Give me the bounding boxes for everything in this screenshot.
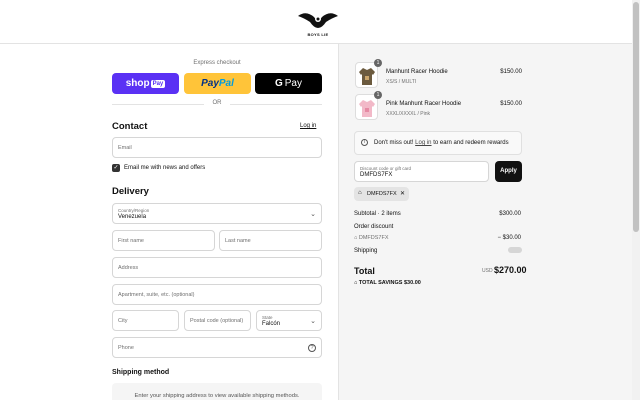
rewards-suffix: to earn and redeem rewards [433, 140, 509, 146]
page-scrollbar[interactable] [632, 0, 640, 400]
total-label: Total [354, 266, 375, 276]
hoodie-icon [359, 68, 375, 85]
apartment-placeholder: Apartment, suite, etc. (optional) [118, 292, 195, 298]
cart-item: 1 Manhunt Racer Hoodie XS/S / MULTI [355, 59, 523, 88]
discount-chip: ⌂ DMFDS7FX ✕ [354, 187, 409, 201]
order-summary: 1 Manhunt Racer Hoodie XS/S / MULTI $150… [338, 44, 640, 400]
tag-icon: ⌂ [358, 190, 362, 196]
country-select[interactable]: Country/Region Venezuela ⌄ [112, 203, 322, 224]
total-savings: ⌂ TOTAL SAVINGS $30.00 [354, 280, 421, 286]
order-discount-code: DMFDS7FX [358, 235, 389, 241]
total-value: $270.00 [494, 265, 527, 275]
express-checkout-title: Express checkout [193, 60, 241, 66]
discount-code-field[interactable]: Discount code or gift card DMFDS7FX [354, 161, 489, 182]
site-header: BOYS LIE [0, 0, 640, 44]
paypal-text-pay: Pay [201, 78, 219, 89]
item-price: $150.00 [500, 101, 522, 107]
last-name-field[interactable]: Last name [219, 230, 322, 251]
help-icon[interactable]: ? [308, 344, 316, 352]
email-placeholder: Email [118, 145, 132, 151]
city-placeholder: City [118, 318, 128, 324]
shop-pay-badge: Pay [150, 79, 166, 88]
newsletter-label: Email me with news and offers [124, 165, 206, 171]
product-thumbnail: 1 [355, 91, 382, 120]
last-name-placeholder: Last name [225, 238, 251, 244]
brand-logo[interactable]: BOYS LIE [296, 8, 340, 38]
item-name: Pink Manhunt Racer Hoodie [386, 101, 462, 107]
item-price: $150.00 [500, 69, 522, 75]
info-icon: i [361, 139, 368, 146]
quantity-badge: 1 [374, 59, 382, 67]
shipping-placeholder [508, 247, 522, 253]
savings-value: $30.00 [404, 280, 421, 286]
subtotal-value: $300.00 [499, 211, 521, 217]
cart-item: 1 Pink Manhunt Racer Hoodie XXXL/XXXXL /… [355, 91, 523, 120]
phone-placeholder: Phone [118, 345, 134, 351]
rewards-prefix: Don't miss out! [374, 140, 414, 146]
google-pay-text: Pay [284, 78, 302, 89]
rewards-login-link[interactable]: Log in [415, 140, 431, 146]
currency-code: USD [482, 268, 493, 274]
item-variant: XXXL/XXXXL / Pink [386, 111, 431, 117]
email-field[interactable]: Email [112, 137, 322, 158]
discount-chip-code: DMFDS7FX [367, 191, 397, 197]
or-text: OR [212, 100, 222, 106]
order-discount-code-row: ⌂ DMFDS7FX [354, 235, 389, 241]
first-name-field[interactable]: First name [112, 230, 215, 251]
savings-label: TOTAL SAVINGS [358, 280, 403, 286]
apply-discount-button[interactable]: Apply [495, 161, 522, 182]
chevron-down-icon: ⌄ [310, 318, 316, 325]
first-name-placeholder: First name [118, 238, 144, 244]
country-value: Venezuela [118, 214, 147, 220]
phone-field[interactable]: Phone ? [112, 337, 322, 358]
order-discount-value: − $30.00 [497, 235, 521, 241]
hoodie-icon [359, 100, 375, 117]
postal-code-placeholder: Postal code (optional) [190, 318, 244, 324]
country-label: Country/Region [118, 208, 150, 213]
login-link[interactable]: Log in [300, 123, 316, 129]
logo-text: BOYS LIE [307, 32, 329, 37]
subtotal-label: Subtotal · 2 items [354, 211, 401, 217]
checkout-form: Express checkout shop Pay Pay Pal G Pay O… [0, 44, 338, 400]
product-thumbnail: 1 [355, 59, 382, 88]
item-variant: XS/S / MULTI [386, 79, 417, 85]
apartment-field[interactable]: Apartment, suite, etc. (optional) [112, 284, 322, 305]
city-field[interactable]: City [112, 310, 179, 331]
rewards-text: Don't miss out! Log in to earn and redee… [374, 140, 509, 146]
shipping-method-notice: Enter your shipping address to view avai… [112, 383, 322, 400]
order-discount-label: Order discount [354, 224, 394, 230]
discount-label: Discount code or gift card [360, 166, 412, 171]
rewards-banner: i Don't miss out! Log in to earn and red… [354, 131, 522, 155]
shipping-method-title: Shipping method [112, 369, 170, 376]
state-value: Falcón [262, 321, 281, 327]
contact-title: Contact [112, 121, 148, 132]
postal-code-field[interactable]: Postal code (optional) [184, 310, 251, 331]
logo-emblem-icon [298, 13, 338, 28]
state-select[interactable]: State Falcón ⌄ [256, 310, 322, 331]
paypal-button[interactable]: Pay Pal [184, 73, 251, 94]
shop-pay-button[interactable]: shop Pay [112, 73, 179, 94]
shipping-label: Shipping [354, 248, 378, 254]
paypal-text-pal: Pal [218, 78, 234, 89]
scrollbar-thumb[interactable] [633, 2, 639, 232]
state-label: State [262, 315, 273, 320]
delivery-title: Delivery [112, 186, 149, 197]
google-pay-button[interactable]: G Pay [255, 73, 322, 94]
item-name: Manhunt Racer Hoodie [386, 69, 448, 75]
newsletter-checkbox[interactable]: ✓ [112, 164, 120, 172]
quantity-badge: 1 [374, 91, 382, 99]
discount-value: DMFDS7FX [360, 172, 393, 178]
address-placeholder: Address [118, 265, 139, 271]
address-field[interactable]: Address [112, 257, 322, 278]
chevron-down-icon: ⌄ [310, 211, 316, 218]
google-g-icon: G [274, 78, 283, 89]
shop-pay-text: shop [125, 78, 150, 89]
remove-discount-icon[interactable]: ✕ [400, 190, 405, 197]
